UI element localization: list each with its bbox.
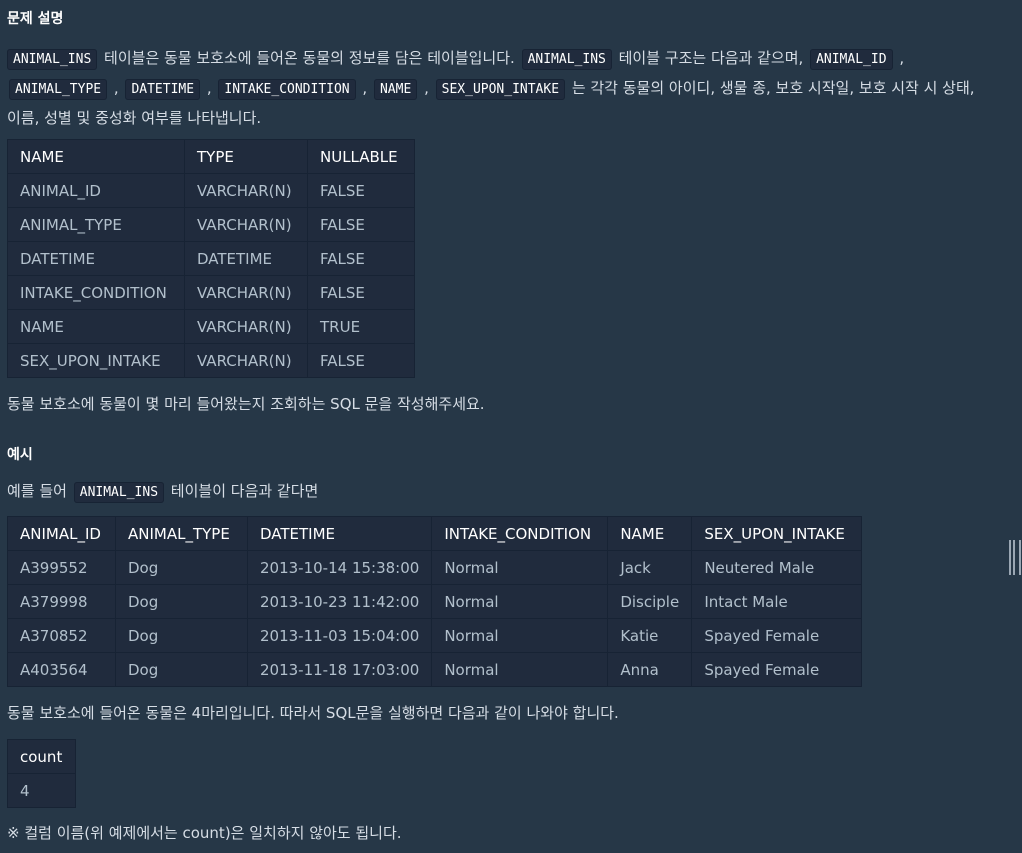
table-cell: Normal [431, 652, 609, 687]
header-cell: SEX_UPON_INTAKE [691, 516, 863, 551]
table-header-row: count [7, 739, 76, 774]
table-row: A399552 Dog 2013-10-14 15:38:00 Normal Jack N… [7, 550, 863, 585]
table-cell: NAME [7, 309, 185, 344]
intro-paragraph: ANIMAL_INS 테이블은 동물 보호소에 들어온 동물의 정보를 담은 테… [7, 49, 975, 127]
result-table: count 4 [7, 739, 76, 808]
code-col-name: NAME [373, 79, 418, 100]
table-cell: Dog [115, 618, 248, 653]
schema-table: NAME TYPE NULLABLE ANIMAL_ID VARCHAR(N) FA… [7, 139, 415, 378]
table-row: ANIMAL_TYPE VARCHAR(N) FALSE [7, 207, 415, 242]
table-cell: FALSE [307, 343, 415, 378]
table-row: NAME VARCHAR(N) TRUE [7, 309, 415, 344]
table-row: INTAKE_CONDITION VARCHAR(N) FALSE [7, 275, 415, 310]
table-cell: VARCHAR(N) [184, 207, 308, 242]
code-col-datetime: DATETIME [125, 79, 201, 100]
table-cell: VARCHAR(N) [184, 343, 308, 378]
table-cell: FALSE [307, 207, 415, 242]
table-cell: 4 [7, 773, 76, 808]
header-cell: INTAKE_CONDITION [431, 516, 609, 551]
table-cell: FALSE [307, 275, 415, 310]
table-cell: Spayed Female [691, 618, 863, 653]
header-cell: NAME [7, 139, 185, 174]
header-cell: NAME [607, 516, 693, 551]
table-cell: Katie [607, 618, 693, 653]
table-cell: VARCHAR(N) [184, 275, 308, 310]
header-cell: ANIMAL_TYPE [115, 516, 248, 551]
table-row: ANIMAL_ID VARCHAR(N) FALSE [7, 173, 415, 208]
table-row: SEX_UPON_INTAKE VARCHAR(N) FALSE [7, 343, 415, 378]
table-row: 4 [7, 773, 76, 808]
table-cell: SEX_UPON_INTAKE [7, 343, 185, 378]
table-header-row: ANIMAL_ID ANIMAL_TYPE DATETIME INTAKE_CO… [7, 516, 863, 551]
panel-resize-handle[interactable] [1009, 540, 1021, 575]
table-header-row: NAME TYPE NULLABLE [7, 139, 415, 174]
table-cell: Dog [115, 584, 248, 619]
table-cell: A370852 [7, 618, 116, 653]
header-cell: NULLABLE [307, 139, 415, 174]
note-text: ※ 컬럼 이름(위 예제에서는 count)은 일치하지 않아도 됩니다. [7, 824, 402, 842]
table-row: A403564 Dog 2013-11-18 17:03:00 Normal Anna S… [7, 652, 863, 687]
table-cell: A399552 [7, 550, 116, 585]
example-intro: 예를 들어 ANIMAL_INS 테이블이 다음과 같다면 [7, 477, 318, 507]
table-cell: Disciple [607, 584, 693, 619]
code-animal-ins: ANIMAL_INS [521, 49, 612, 70]
table-cell: A403564 [7, 652, 116, 687]
code-col-intake-condition: INTAKE_CONDITION [218, 79, 356, 100]
example-table: ANIMAL_ID ANIMAL_TYPE DATETIME INTAKE_CO… [7, 516, 863, 687]
code-animal-ins: ANIMAL_INS [73, 482, 165, 503]
table-cell: Jack [607, 550, 693, 585]
table-cell: Intact Male [691, 584, 863, 619]
code-col-animal-id: ANIMAL_ID [810, 49, 893, 70]
header-cell: TYPE [184, 139, 308, 174]
table-cell: 2013-11-18 17:03:00 [246, 652, 433, 687]
table-cell: Normal [431, 550, 609, 585]
table-cell: DATETIME [184, 241, 308, 276]
table-cell: 2013-10-14 15:38:00 [246, 550, 433, 585]
section-title: 문제 설명 [7, 11, 64, 27]
code-animal-ins: ANIMAL_INS [7, 49, 98, 70]
table-cell: 2013-10-23 11:42:00 [246, 584, 433, 619]
table-cell: FALSE [307, 173, 415, 208]
table-cell: Normal [431, 618, 609, 653]
table-cell: Normal [431, 584, 609, 619]
table-cell: TRUE [307, 309, 415, 344]
table-cell: Anna [607, 652, 693, 687]
table-cell: VARCHAR(N) [184, 173, 308, 208]
table-row: A370852 Dog 2013-11-03 15:04:00 Normal Katie… [7, 618, 863, 653]
table-row: DATETIME DATETIME FALSE [7, 241, 415, 276]
result-text: 동물 보호소에 들어온 동물은 4마리입니다. 따라서 SQL문을 실행하면 다… [7, 704, 619, 722]
table-cell: FALSE [307, 241, 415, 276]
question-text: 동물 보호소에 동물이 몇 마리 들어왔는지 조회하는 SQL 문을 작성해주세… [7, 395, 485, 413]
table-row: A379998 Dog 2013-10-23 11:42:00 Normal Disci… [7, 584, 863, 619]
example-title: 예시 [7, 447, 33, 463]
code-col-animal-type: ANIMAL_TYPE [9, 79, 108, 100]
table-cell: INTAKE_CONDITION [7, 275, 185, 310]
table-cell: VARCHAR(N) [184, 309, 308, 344]
header-cell: DATETIME [246, 516, 433, 551]
table-cell: ANIMAL_ID [7, 173, 185, 208]
header-cell: ANIMAL_ID [7, 516, 116, 551]
table-cell: A379998 [7, 584, 116, 619]
table-cell: DATETIME [7, 241, 185, 276]
table-cell: ANIMAL_TYPE [7, 207, 185, 242]
table-cell: Dog [115, 652, 248, 687]
table-cell: Neutered Male [691, 550, 863, 585]
header-cell: count [7, 739, 76, 774]
table-cell: Spayed Female [691, 652, 863, 687]
code-col-sex-upon-intake: SEX_UPON_INTAKE [435, 79, 566, 100]
table-cell: Dog [115, 550, 248, 585]
table-cell: 2013-11-03 15:04:00 [246, 618, 433, 653]
